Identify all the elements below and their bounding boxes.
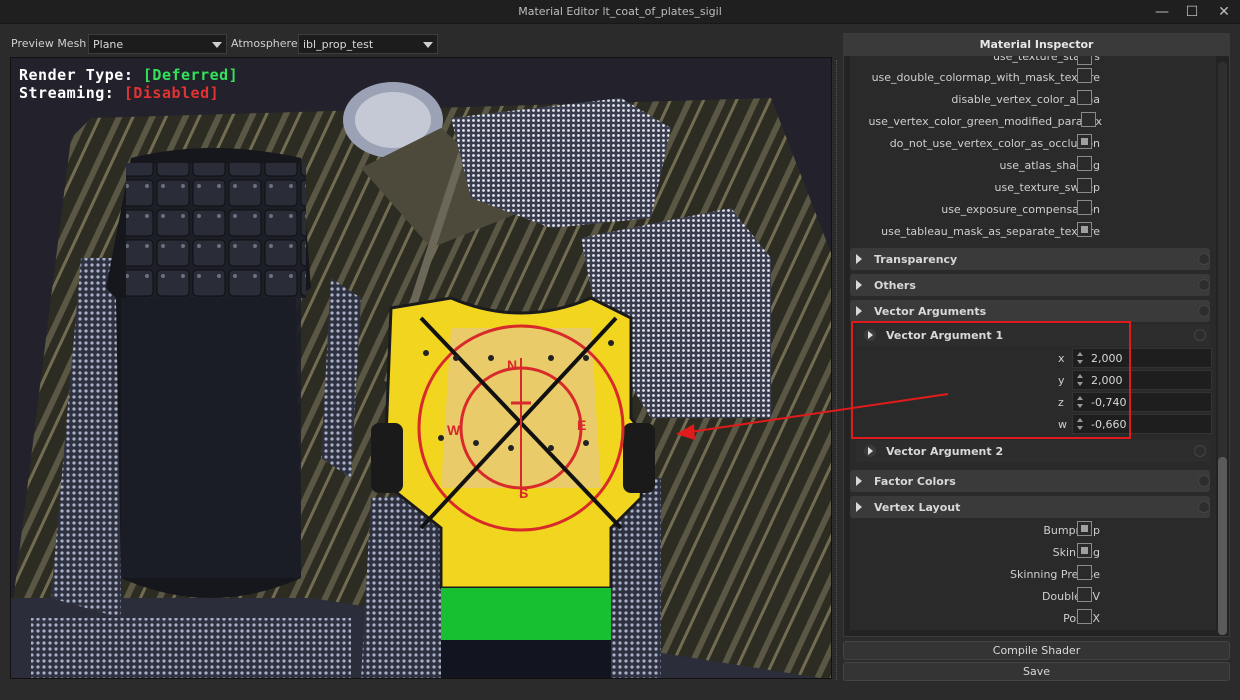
save-button[interactable]: Save [843,662,1230,681]
compile-shader-button[interactable]: Compile Shader [843,641,1230,660]
annotation-arrow-icon [676,393,949,440]
